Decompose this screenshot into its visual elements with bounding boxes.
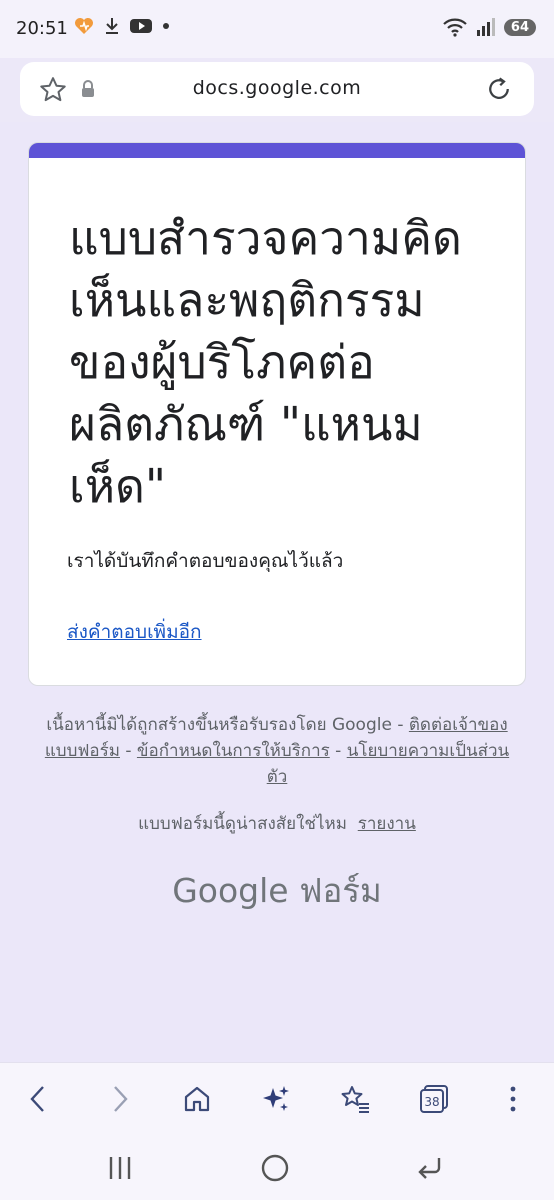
wifi-icon (443, 18, 467, 37)
dot-icon (163, 23, 169, 29)
youtube-icon (130, 19, 152, 33)
separator: - (329, 741, 347, 761)
address-bar[interactable]: docs.google.com (20, 62, 534, 116)
status-bar: 20:51 64 (0, 0, 554, 58)
back-button[interactable] (20, 1081, 56, 1117)
tab-count: 38 (424, 1095, 439, 1109)
report-line: แบบฟอร์มนี้ดูน่าสงสัยใช่ไหม รายงาน (0, 810, 554, 837)
recents-icon (109, 1157, 131, 1179)
tabs-icon: 38 (420, 1085, 448, 1113)
battery-indicator: 64 (503, 18, 536, 36)
disclaimer-text: เนื้อหานี้มิได้ถูกสร้างขึ้นหรือรับรองโดย… (46, 715, 409, 735)
browser-toolbar: 38 (0, 1062, 554, 1135)
forward-button[interactable] (102, 1081, 138, 1117)
page-content: แบบสำรวจความคิดเห็นและพฤติกรรมของผู้บริโ… (0, 122, 554, 1062)
download-icon (106, 18, 118, 34)
form-card: แบบสำรวจความคิดเห็นและพฤติกรรมของผู้บริโ… (28, 142, 526, 686)
back-nav-button[interactable] (410, 1150, 450, 1186)
home-button[interactable] (179, 1081, 215, 1117)
signal-icon (476, 18, 495, 36)
separator: - (119, 741, 137, 761)
home-circle-icon (261, 1154, 289, 1182)
google-forms-logo[interactable]: Google ฟอร์ม (0, 864, 554, 917)
clock: 20:51 (16, 18, 68, 39)
form-title: แบบสำรวจความคิดเห็นและพฤติกรรมของผู้บริโ… (69, 211, 462, 513)
bookmarks-button[interactable] (337, 1081, 373, 1117)
home-nav-button[interactable] (255, 1150, 295, 1186)
forms-wordmark: ฟอร์ม (299, 871, 382, 910)
more-vertical-icon (510, 1086, 516, 1112)
confirmation-message: เราได้บันทึกคำตอบของคุณไว้แล้ว (67, 550, 344, 572)
chevron-left-icon (30, 1086, 44, 1112)
system-nav-bar (0, 1134, 554, 1200)
ai-assistant-button[interactable] (258, 1081, 294, 1117)
back-arrow-icon (418, 1158, 441, 1179)
form-accent-bar (29, 143, 525, 158)
menu-button[interactable] (495, 1081, 531, 1117)
submit-another-link[interactable]: ส่งคำตอบเพิ่มอีก (67, 617, 202, 647)
bookmarks-star-list-icon (341, 1086, 369, 1113)
tabs-button[interactable]: 38 (416, 1081, 452, 1117)
heart-app-icon (75, 18, 93, 34)
sparkle-icon (263, 1086, 289, 1111)
chevron-right-icon (114, 1086, 128, 1112)
home-icon (184, 1086, 210, 1112)
terms-link[interactable]: ข้อกำหนดในการให้บริการ (137, 741, 330, 761)
footer-disclaimer: เนื้อหานี้มิได้ถูกสร้างขึ้นหรือรับรองโดย… (40, 712, 514, 790)
recents-button[interactable] (100, 1150, 140, 1186)
report-link[interactable]: รายงาน (358, 814, 416, 834)
google-wordmark: Google (172, 871, 289, 910)
reload-icon[interactable] (484, 74, 514, 104)
url-text[interactable]: docs.google.com (20, 77, 534, 99)
suspicious-text: แบบฟอร์มนี้ดูน่าสงสัยใช่ไหม (138, 814, 347, 834)
